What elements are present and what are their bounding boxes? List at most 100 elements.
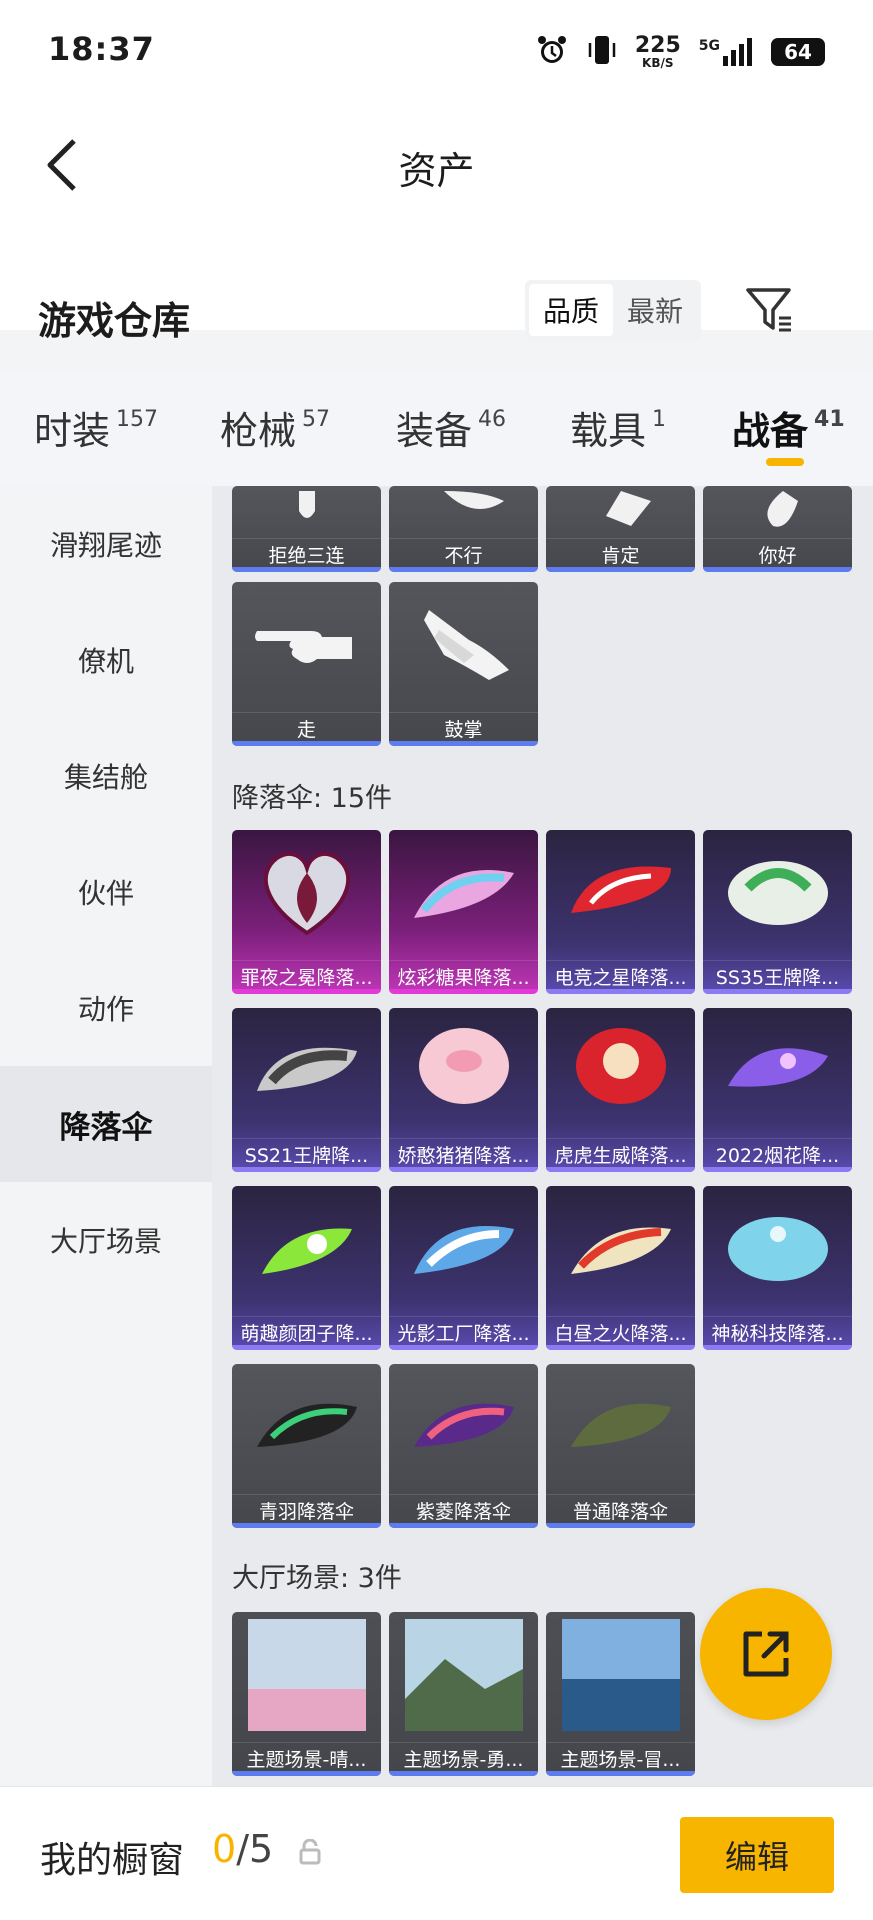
parachute-card[interactable]: 炫彩糖果降落... [389, 830, 538, 994]
parachute-card[interactable]: 2022烟花降... [703, 1008, 852, 1172]
emote-card[interactable]: 你好 [703, 486, 852, 572]
scene-card[interactable]: 主题场景-晴... [232, 1612, 381, 1776]
parachute-card[interactable]: SS35王牌降... [703, 830, 852, 994]
parachute-card[interactable]: 青羽降落伞 [232, 1364, 381, 1528]
tab-guns[interactable]: 枪械 57 [220, 400, 330, 455]
external-link-icon [743, 1631, 789, 1677]
edit-button[interactable]: 编辑 [680, 1817, 834, 1893]
emote-thumb [232, 486, 381, 536]
clapping-hands-icon [389, 582, 538, 708]
group-title-lobby-scene: 大厅场景: 3件 [232, 1563, 402, 1594]
emote-card[interactable]: 鼓掌 [389, 582, 538, 746]
sidebar-item-lobby-scene[interactable]: 大厅场景 [0, 1182, 212, 1298]
item-label: 主题场景-晴... [232, 1742, 381, 1768]
parachute-thumb [232, 1008, 381, 1134]
item-label: 电竞之星降落... [546, 960, 695, 986]
rarity-bar [232, 741, 381, 746]
item-label: 神秘科技降落... [703, 1316, 852, 1342]
emote-card[interactable]: 肯定 [546, 486, 695, 572]
emote-thumb [546, 486, 695, 536]
tab-combat-gear[interactable]: 战备 41 [732, 400, 845, 455]
parachute-card[interactable]: 娇憨猪猪降落... [389, 1008, 538, 1172]
parachute-thumb [389, 1008, 538, 1134]
scene-thumb [232, 1612, 381, 1738]
showcase-label: 我的橱窗 [40, 1840, 185, 1881]
rarity-bar [389, 1523, 538, 1528]
parachute-card[interactable]: 神秘科技降落... [703, 1186, 852, 1350]
tab-fashion[interactable]: 时装 157 [34, 400, 158, 455]
sidebar-item-pod[interactable]: 集结舱 [0, 718, 212, 834]
item-label: 白昼之火降落... [546, 1316, 695, 1342]
item-label: 炫彩糖果降落... [389, 960, 538, 986]
item-label: 萌趣颜团子降... [232, 1316, 381, 1342]
item-label: 虎虎生威降落... [546, 1138, 695, 1164]
item-label: SS21王牌降... [232, 1138, 381, 1164]
rarity-bar [703, 989, 852, 994]
parachute-thumb [703, 830, 852, 956]
item-label: 青羽降落伞 [232, 1494, 381, 1520]
parachute-thumb [546, 1364, 695, 1490]
parachute-card[interactable]: 白昼之火降落... [546, 1186, 695, 1350]
rarity-bar [232, 989, 381, 994]
emote-card[interactable]: 拒绝三连 [232, 486, 381, 572]
status-time: 18:37 [48, 30, 155, 68]
scene-card[interactable]: 主题场景-冒... [546, 1612, 695, 1776]
parachute-card[interactable]: 萌趣颜团子降... [232, 1186, 381, 1350]
sort-quality-option[interactable]: 品质 [529, 284, 613, 336]
rarity-bar [389, 989, 538, 994]
parachute-card[interactable]: 普通降落伞 [546, 1364, 695, 1528]
sidebar-item-glide-trail[interactable]: 滑翔尾迹 [0, 486, 212, 602]
tab-vehicles[interactable]: 载具 1 [570, 400, 666, 455]
rarity-bar [389, 741, 538, 746]
parachute-card[interactable]: 光影工厂降落... [389, 1186, 538, 1350]
rarity-bar [232, 1167, 381, 1172]
emote-card[interactable]: 走 [232, 582, 381, 746]
scene-thumb [546, 1612, 695, 1738]
rarity-bar [546, 1167, 695, 1172]
sidebar-item-parachute[interactable]: 降落伞 [0, 1066, 212, 1182]
sort-newest-option[interactable]: 最新 [613, 284, 697, 336]
sidebar-item-emote[interactable]: 动作 [0, 950, 212, 1066]
page-title: 资产 [398, 149, 475, 193]
item-label: 娇憨猪猪降落... [389, 1138, 538, 1164]
group-title-parachute: 降落伞: 15件 [232, 783, 393, 814]
emote-card[interactable]: 不行 [389, 486, 538, 572]
parachute-thumb [546, 830, 695, 956]
parachute-card[interactable]: 虎虎生威降落... [546, 1008, 695, 1172]
tab-equipment[interactable]: 装备 46 [396, 400, 506, 455]
rarity-bar [703, 1345, 852, 1350]
battery-indicator: 64 [771, 38, 825, 66]
rarity-bar [232, 1771, 381, 1776]
vibrate-icon [587, 33, 617, 71]
item-label: 普通降落伞 [546, 1494, 695, 1520]
status-bar: 18:37 225 KB/S 5G 64 [0, 0, 873, 100]
section-title: 游戏仓库 [38, 299, 191, 343]
alarm-icon [535, 33, 569, 71]
showcase-count: 0/5 [212, 1827, 274, 1871]
rarity-bar [389, 1771, 538, 1776]
status-icons: 225 KB/S 5G 64 [535, 30, 825, 74]
item-label: 你好 [703, 538, 852, 564]
bottom-bar: 我的橱窗 0/5 编辑 [0, 1786, 873, 1920]
share-button[interactable] [700, 1588, 832, 1720]
sidebar-item-wingman[interactable]: 僚机 [0, 602, 212, 718]
parachute-thumb [546, 1008, 695, 1134]
rarity-bar [232, 567, 381, 572]
rarity-bar [389, 1167, 538, 1172]
item-label: 光影工厂降落... [389, 1316, 538, 1342]
rarity-bar [546, 1771, 695, 1776]
parachute-card[interactable]: SS21王牌降... [232, 1008, 381, 1172]
parachute-card[interactable]: 罪夜之冕降落... [232, 830, 381, 994]
sort-toggle: 品质 最新 [525, 280, 701, 340]
scene-card[interactable]: 主题场景-勇... [389, 1612, 538, 1776]
sidebar-item-companion[interactable]: 伙伴 [0, 834, 212, 950]
parachute-thumb [232, 1186, 381, 1312]
parachute-card[interactable]: 电竞之星降落... [546, 830, 695, 994]
rarity-bar [546, 1345, 695, 1350]
parachute-card[interactable]: 紫菱降落伞 [389, 1364, 538, 1528]
item-label: SS35王牌降... [703, 960, 852, 986]
sidebar: 滑翔尾迹 僚机 集结舱 伙伴 动作 降落伞 大厅场景 [0, 486, 212, 1786]
parachute-thumb [389, 1186, 538, 1312]
filter-button[interactable] [740, 280, 800, 340]
parachute-thumb [703, 1008, 852, 1134]
